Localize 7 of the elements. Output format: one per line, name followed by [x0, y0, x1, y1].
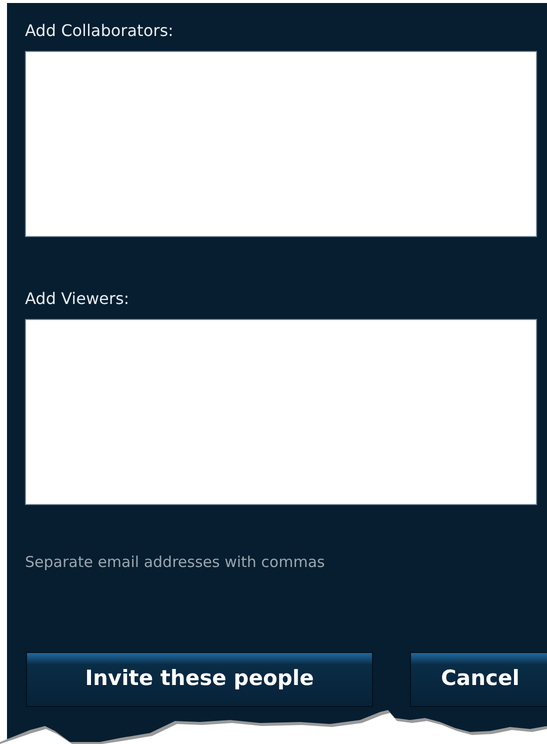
invite-button[interactable]: Invite these people	[26, 652, 373, 706]
cancel-button[interactable]: Cancel	[410, 652, 547, 706]
hint-text: Separate email addresses with commas	[25, 552, 325, 573]
input-field[interactable]	[25, 319, 537, 505]
input-field[interactable]	[25, 51, 537, 237]
field-label: Add Viewers:	[25, 288, 130, 310]
field-label: Add Collaborators:	[25, 20, 174, 42]
